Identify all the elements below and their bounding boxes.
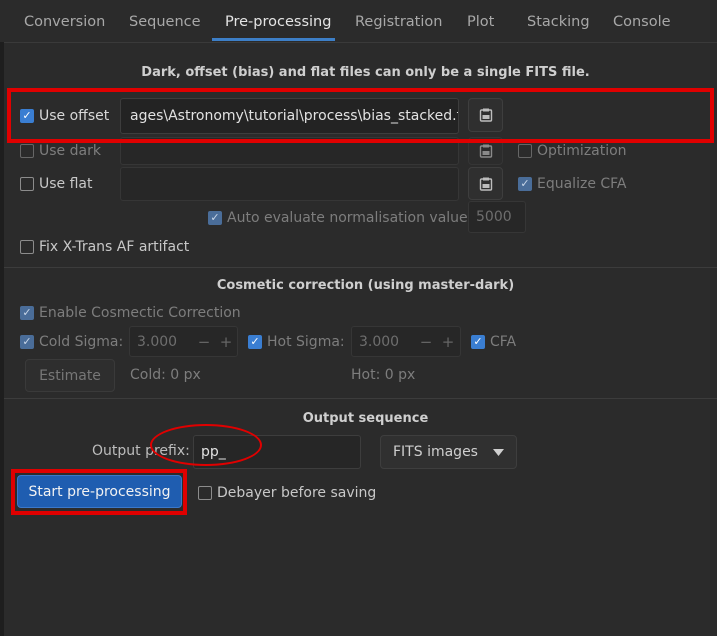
estimate-button[interactable]: Estimate bbox=[25, 359, 115, 392]
equalize-cfa-label: Equalize CFA bbox=[537, 176, 627, 192]
use-flat-label: Use flat bbox=[39, 176, 93, 192]
use-offset-checkbox[interactable]: Use offset bbox=[20, 106, 109, 126]
chevron-down-icon bbox=[493, 449, 504, 456]
tab-console[interactable]: Console bbox=[613, 0, 671, 42]
debayer-check-icon bbox=[198, 486, 212, 500]
dark-file-button[interactable] bbox=[468, 137, 503, 165]
cold-sigma-check-icon bbox=[20, 335, 34, 349]
enable-cosmetic-label: Enable Cosmectic Correction bbox=[39, 305, 241, 321]
active-tab-indicator bbox=[212, 38, 335, 41]
use-flat-check-icon bbox=[20, 177, 34, 191]
clipboard-icon bbox=[479, 144, 492, 158]
equalize-cfa-check-icon bbox=[518, 177, 532, 191]
use-dark-check-icon bbox=[20, 144, 34, 158]
cold-sigma-value: 3.000 bbox=[137, 333, 178, 350]
auto-evaluate-checkbox[interactable]: Auto evaluate normalisation value bbox=[208, 208, 468, 228]
tab-plot[interactable]: Plot bbox=[467, 0, 494, 42]
dark-file-field[interactable] bbox=[120, 137, 459, 165]
optimization-checkbox[interactable]: Optimization bbox=[518, 141, 627, 161]
tab-bar: Conversion Sequence Pre-processing Regis… bbox=[0, 0, 717, 43]
hot-sigma-plus-button[interactable]: + bbox=[438, 329, 458, 354]
cold-pixel-count: Cold: 0 px bbox=[130, 367, 201, 383]
fix-xtrans-label: Fix X-Trans AF artifact bbox=[39, 239, 190, 255]
flat-file-button[interactable] bbox=[468, 167, 503, 200]
use-offset-check-icon bbox=[20, 109, 34, 123]
hot-sigma-minus-button[interactable]: − bbox=[416, 329, 436, 354]
optimization-check-icon bbox=[518, 144, 532, 158]
section-divider bbox=[4, 398, 717, 399]
use-offset-label: Use offset bbox=[39, 108, 110, 124]
tab-sequence[interactable]: Sequence bbox=[129, 0, 201, 42]
optimization-label: Optimization bbox=[537, 143, 627, 159]
normalisation-value-field[interactable]: 5000 bbox=[468, 201, 526, 233]
cold-sigma-minus-button[interactable]: − bbox=[194, 329, 214, 354]
tab-pre-processing[interactable]: Pre-processing bbox=[225, 0, 331, 42]
cosmetic-section-title: Cosmetic correction (using master-dark) bbox=[216, 278, 515, 293]
cold-sigma-plus-button[interactable]: + bbox=[216, 329, 236, 354]
output-format-value: FITS images bbox=[393, 444, 478, 460]
tab-registration[interactable]: Registration bbox=[355, 0, 442, 42]
tab-stacking[interactable]: Stacking bbox=[527, 0, 590, 42]
calibration-note: Dark, offset (bias) and flat files can o… bbox=[141, 65, 590, 80]
cfa-check-icon bbox=[471, 335, 485, 349]
offset-file-field[interactable]: ages\Astronomy\tutorial\process\bias_sta… bbox=[120, 98, 459, 134]
hot-sigma-check-icon bbox=[248, 335, 262, 349]
offset-file-button[interactable] bbox=[468, 98, 503, 132]
clipboard-icon bbox=[479, 177, 492, 191]
cold-sigma-label: Cold Sigma: bbox=[39, 334, 124, 350]
enable-cosmetic-checkbox[interactable]: Enable Cosmectic Correction bbox=[20, 303, 241, 323]
clipboard-icon bbox=[479, 108, 492, 122]
output-prefix-input[interactable]: pp_ bbox=[193, 435, 361, 469]
section-divider bbox=[4, 267, 717, 268]
cfa-checkbox[interactable]: CFA bbox=[471, 332, 516, 352]
use-dark-label: Use dark bbox=[39, 143, 101, 159]
panel-left-edge bbox=[0, 42, 4, 636]
debayer-checkbox[interactable]: Debayer before saving bbox=[198, 483, 376, 503]
fix-xtrans-checkbox[interactable]: Fix X-Trans AF artifact bbox=[20, 237, 189, 257]
use-dark-checkbox[interactable]: Use dark bbox=[20, 141, 101, 161]
debayer-label: Debayer before saving bbox=[217, 485, 377, 501]
equalize-cfa-checkbox[interactable]: Equalize CFA bbox=[518, 174, 627, 194]
cfa-label: CFA bbox=[490, 334, 517, 350]
hot-pixel-count: Hot: 0 px bbox=[351, 367, 416, 383]
output-prefix-label: Output prefix: bbox=[92, 443, 190, 459]
hot-sigma-value: 3.000 bbox=[359, 333, 400, 350]
enable-cosmetic-check-icon bbox=[20, 306, 34, 320]
tab-conversion[interactable]: Conversion bbox=[24, 0, 105, 42]
use-flat-checkbox[interactable]: Use flat bbox=[20, 174, 93, 194]
flat-file-field[interactable] bbox=[120, 167, 459, 201]
start-pre-processing-button[interactable]: Start pre-processing bbox=[17, 475, 182, 508]
output-section-title: Output sequence bbox=[302, 411, 429, 426]
auto-evaluate-check-icon bbox=[208, 211, 222, 225]
fix-xtrans-check-icon bbox=[20, 240, 34, 254]
cold-sigma-checkbox[interactable]: Cold Sigma: bbox=[20, 332, 123, 352]
hot-sigma-label: Hot Sigma: bbox=[267, 334, 345, 350]
hot-sigma-checkbox[interactable]: Hot Sigma: bbox=[248, 332, 345, 352]
output-format-dropdown[interactable]: FITS images bbox=[380, 435, 517, 469]
auto-evaluate-label: Auto evaluate normalisation value bbox=[227, 210, 468, 226]
